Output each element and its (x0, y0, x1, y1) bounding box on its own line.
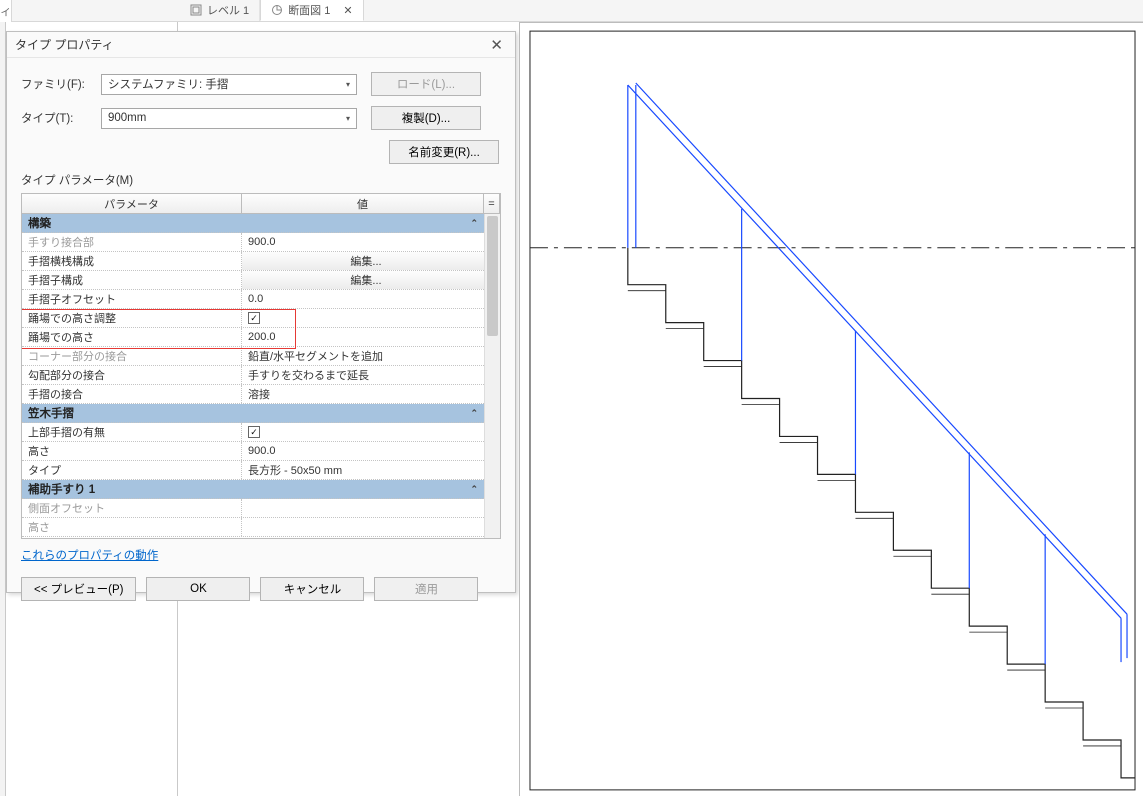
section-view-canvas[interactable] (519, 22, 1143, 796)
close-icon[interactable]: ✕ (343, 4, 352, 17)
param-name: 踊場での高さ (22, 328, 242, 346)
type-parameters-label: タイプ パラメータ(M) (21, 172, 501, 188)
header-parameter[interactable]: パラメータ (22, 194, 242, 213)
preview-button[interactable]: << プレビュー(P) (21, 577, 136, 601)
edit-button[interactable]: 編集... (242, 252, 484, 270)
ok-button[interactable]: OK (146, 577, 250, 601)
checkbox-icon: ✓ (248, 312, 260, 324)
chevron-down-icon: ▾ (346, 80, 350, 89)
param-name: 上部手摺の有無 (22, 423, 242, 441)
param-name: タイプ (22, 461, 242, 479)
section-drawing (520, 23, 1143, 796)
type-select[interactable]: 900mm ▾ (101, 108, 357, 129)
header-equals: = (484, 194, 500, 213)
param-name: 高さ (22, 518, 242, 536)
family-label: ファミリ(F): (21, 76, 87, 92)
param-name: 側面オフセット (22, 499, 242, 517)
cancel-button[interactable]: キャンセル (260, 577, 364, 601)
scrollbar-thumb[interactable] (487, 216, 498, 336)
param-value[interactable]: 0.0 (242, 290, 484, 308)
property-behavior-link[interactable]: これらのプロパティの動作 (21, 547, 158, 563)
section-view-icon (271, 4, 283, 16)
parameter-table: パラメータ 値 = 構築⌃ 手すり接合部900.0 手摺横桟構成編集... 手摺… (21, 193, 501, 539)
param-name: 手摺横桟構成 (22, 252, 242, 270)
param-value[interactable]: 手すりを交わるまで延長 (242, 366, 484, 384)
family-select[interactable]: システムファミリ: 手摺 ▾ (101, 74, 357, 95)
param-value[interactable] (242, 518, 484, 536)
param-name: 手すり接合部 (22, 233, 242, 251)
param-name: 勾配部分の接合 (22, 366, 242, 384)
document-tabs: イ レベル 1 断面図 1 ✕ (0, 0, 1143, 22)
edit-button[interactable]: 編集... (242, 271, 484, 289)
type-label: タイプ(T): (21, 110, 87, 126)
param-checkbox[interactable]: ✓ (242, 309, 484, 327)
param-name: 手摺の接合 (22, 385, 242, 403)
header-value[interactable]: 値 (242, 194, 484, 213)
tab-level-1[interactable]: レベル 1 (180, 0, 260, 21)
param-name: 手摺子オフセット (22, 290, 242, 308)
load-button: ロード(L)... (371, 72, 481, 96)
param-value[interactable]: 溶接 (242, 385, 484, 403)
type-properties-dialog: タイプ プロパティ ✕ ファミリ(F): システムファミリ: 手摺 ▾ ロード(… (6, 31, 516, 593)
dialog-titlebar[interactable]: タイプ プロパティ ✕ (7, 32, 515, 58)
param-name: 手摺子構成 (22, 271, 242, 289)
properties-edge-tab[interactable]: イ (0, 0, 12, 22)
group-top-rail[interactable]: 笠木手摺⌃ (22, 404, 484, 423)
tab-section-1[interactable]: 断面図 1 ✕ (260, 0, 363, 21)
param-value[interactable] (242, 499, 484, 517)
rename-button[interactable]: 名前変更(R)... (389, 140, 499, 164)
duplicate-button[interactable]: 複製(D)... (371, 106, 481, 130)
param-name: 高さ (22, 442, 242, 460)
param-value[interactable]: 900.0 (242, 442, 484, 460)
group-handrail-1[interactable]: 補助手すり 1⌃ (22, 480, 484, 499)
param-name: 踊場での高さ調整 (22, 309, 242, 327)
param-value[interactable]: 200.0 (242, 328, 484, 346)
param-value[interactable]: 鉛直/水平セグメントを追加 (242, 347, 484, 365)
group-construction[interactable]: 構築⌃ (22, 214, 484, 233)
param-value[interactable]: 900.0 (242, 233, 484, 251)
family-value: システムファミリ: 手摺 (108, 76, 228, 92)
collapse-icon: ⌃ (470, 408, 478, 419)
scrollbar[interactable] (484, 214, 500, 538)
collapse-icon: ⌃ (470, 484, 478, 495)
close-icon[interactable]: ✕ (486, 36, 507, 54)
tab-label: レベル 1 (207, 2, 249, 18)
dialog-title: タイプ プロパティ (15, 36, 114, 53)
param-name: コーナー部分の接合 (22, 347, 242, 365)
type-value: 900mm (108, 112, 146, 124)
checkbox-icon: ✓ (248, 426, 260, 438)
plan-view-icon (190, 4, 202, 16)
chevron-down-icon: ▾ (346, 114, 350, 123)
tab-label: 断面図 1 (288, 2, 330, 18)
param-value[interactable]: 長方形 - 50x50 mm (242, 461, 484, 479)
apply-button: 適用 (374, 577, 478, 601)
param-checkbox[interactable]: ✓ (242, 423, 484, 441)
collapse-icon: ⌃ (470, 218, 478, 229)
